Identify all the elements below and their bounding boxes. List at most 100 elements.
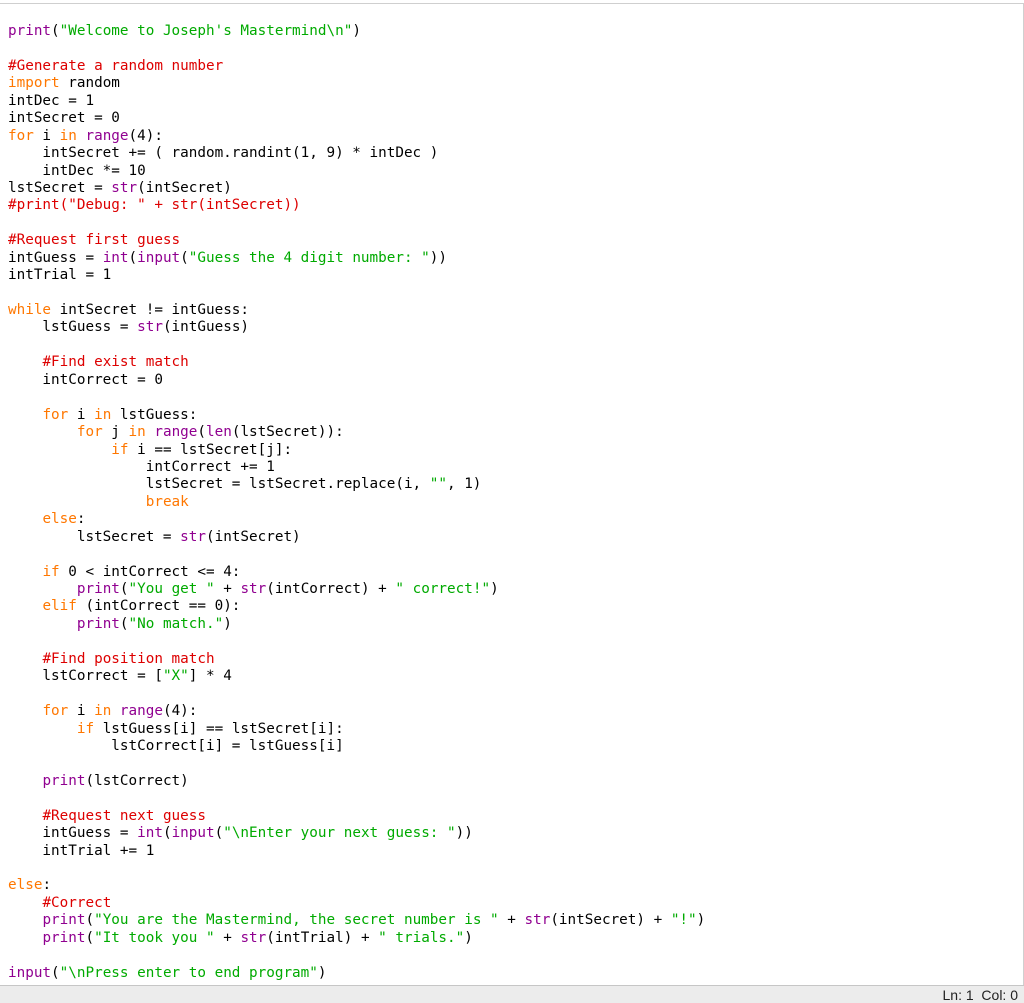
code-line[interactable]: for j in range(len(lstSecret)): — [8, 424, 705, 441]
code-token: for — [42, 406, 69, 423]
code-token: intSecret != intGuess: — [51, 302, 250, 318]
code-token: #Generate a random number — [8, 57, 224, 74]
code-line[interactable]: #Generate a random number — [8, 58, 705, 75]
code-token: #Correct — [42, 894, 112, 911]
code-token: "Guess the 4 digit number: " — [188, 249, 430, 266]
code-line[interactable]: intSecret += ( random.randint(1, 9) * in… — [8, 145, 705, 162]
code-token: "\nPress enter to end program" — [59, 964, 318, 981]
code-token: #Request first guess — [8, 232, 181, 249]
code-token: (4): — [162, 703, 198, 720]
code-token: "" — [429, 476, 447, 493]
code-line[interactable] — [8, 633, 705, 650]
code-token: , 1) — [446, 476, 482, 493]
code-token: + — [214, 581, 241, 597]
code-line[interactable]: print("It took you " + str(intTrial) + "… — [8, 930, 705, 947]
code-line[interactable]: #Find position match — [8, 651, 705, 668]
code-line[interactable] — [8, 790, 705, 807]
code-line[interactable]: if 0 < intCorrect <= 4: — [8, 564, 705, 581]
code-line[interactable]: intGuess = int(input("\nEnter your next … — [8, 825, 705, 842]
code-token: elif — [42, 598, 77, 615]
code-line[interactable]: intTrial = 1 — [8, 267, 705, 284]
code-token: ( — [197, 424, 207, 441]
code-token: range — [119, 703, 163, 720]
code-line[interactable]: #Request next guess — [8, 808, 705, 825]
code-token: (intTrial) + — [266, 929, 379, 946]
code-line[interactable]: #Correct — [8, 895, 705, 912]
code-token: ) — [317, 964, 327, 981]
code-line[interactable]: #Request first guess — [8, 232, 705, 249]
code-token: ) — [464, 929, 473, 946]
code-token: ( — [119, 615, 129, 632]
code-line[interactable]: print("No match.") — [8, 616, 705, 633]
code-line[interactable]: lstGuess = str(intGuess) — [8, 319, 705, 336]
code-token: )) — [455, 825, 473, 842]
code-line[interactable]: if i == lstSecret[j]: — [8, 442, 705, 459]
code-line[interactable]: print("You are the Mastermind, the secre… — [8, 912, 705, 929]
code-token: ( — [51, 964, 60, 981]
code-token: import — [8, 75, 60, 92]
code-line[interactable]: print("Welcome to Joseph's Mastermind\n"… — [8, 23, 705, 40]
code-line[interactable]: lstSecret = str(intSecret) — [8, 529, 705, 546]
code-line[interactable]: print("You get " + str(intCorrect) + " c… — [8, 581, 705, 598]
code-line[interactable]: if lstGuess[i] == lstSecret[i]: — [8, 721, 705, 738]
code-line[interactable]: intDec *= 10 — [8, 163, 705, 180]
code-line[interactable] — [8, 285, 705, 302]
code-line[interactable]: intTrial += 1 — [8, 843, 705, 860]
code-token: ( — [85, 929, 95, 946]
code-editor[interactable]: print("Welcome to Joseph's Mastermind\n"… — [0, 4, 1024, 985]
code-line[interactable]: break — [8, 494, 705, 511]
code-line[interactable]: lstSecret = lstSecret.replace(i, "", 1) — [8, 476, 705, 493]
code-token: intCorrect += 1 — [8, 458, 275, 475]
code-token: ( — [214, 825, 224, 842]
code-line[interactable] — [8, 755, 705, 772]
code-line[interactable] — [8, 40, 705, 57]
code-token: ] * 4 — [188, 668, 232, 685]
code-line[interactable]: intSecret = 0 — [8, 110, 705, 127]
code-line[interactable]: else: — [8, 511, 705, 528]
code-line[interactable]: lstCorrect = ["X"] * 4 — [8, 668, 705, 685]
code-token: range — [154, 424, 198, 441]
code-line[interactable]: for i in range(4): — [8, 703, 705, 720]
code-line[interactable]: while intSecret != intGuess: — [8, 302, 705, 319]
code-line[interactable] — [8, 215, 705, 232]
code-token: while — [8, 302, 52, 318]
code-line[interactable] — [8, 947, 705, 964]
code-line[interactable]: intDec = 1 — [8, 93, 705, 110]
code-line[interactable]: else: — [8, 877, 705, 894]
code-line[interactable]: intCorrect = 0 — [8, 372, 705, 389]
code-token: ) — [352, 23, 361, 39]
code-token: intDec = 1 — [8, 92, 95, 109]
code-line[interactable] — [8, 546, 705, 563]
code-line[interactable]: input("\nPress enter to end program") — [8, 965, 705, 982]
code-line[interactable] — [8, 860, 705, 877]
code-token: + — [214, 929, 241, 946]
code-line[interactable]: #Find exist match — [8, 354, 705, 371]
code-line[interactable] — [8, 389, 705, 406]
code-line[interactable]: print(lstCorrect) — [8, 773, 705, 790]
code-line[interactable] — [8, 337, 705, 354]
code-line[interactable]: intCorrect += 1 — [8, 459, 705, 476]
code-line[interactable]: for i in range(4): — [8, 128, 705, 145]
code-line[interactable]: lstSecret = str(intSecret) — [8, 180, 705, 197]
code-token: (lstSecret)): — [231, 424, 344, 441]
code-line[interactable]: for i in lstGuess: — [8, 407, 705, 424]
code-line[interactable]: intGuess = int(input("Guess the 4 digit … — [8, 250, 705, 267]
code-line[interactable]: elif (intCorrect == 0): — [8, 598, 705, 615]
code-token: str — [180, 528, 206, 545]
code-line[interactable]: #print("Debug: " + str(intSecret)) — [8, 197, 705, 214]
code-token: input — [137, 249, 181, 266]
code-line[interactable]: lstCorrect[i] = lstGuess[i] — [8, 738, 705, 755]
code-token: input — [8, 964, 52, 981]
code-line[interactable] — [8, 686, 705, 703]
code-line[interactable]: import random — [8, 75, 705, 92]
status-bar: Ln: 1 Col: 0 — [0, 985, 1024, 1003]
code-text-area[interactable]: print("Welcome to Joseph's Mastermind\n"… — [8, 23, 705, 982]
